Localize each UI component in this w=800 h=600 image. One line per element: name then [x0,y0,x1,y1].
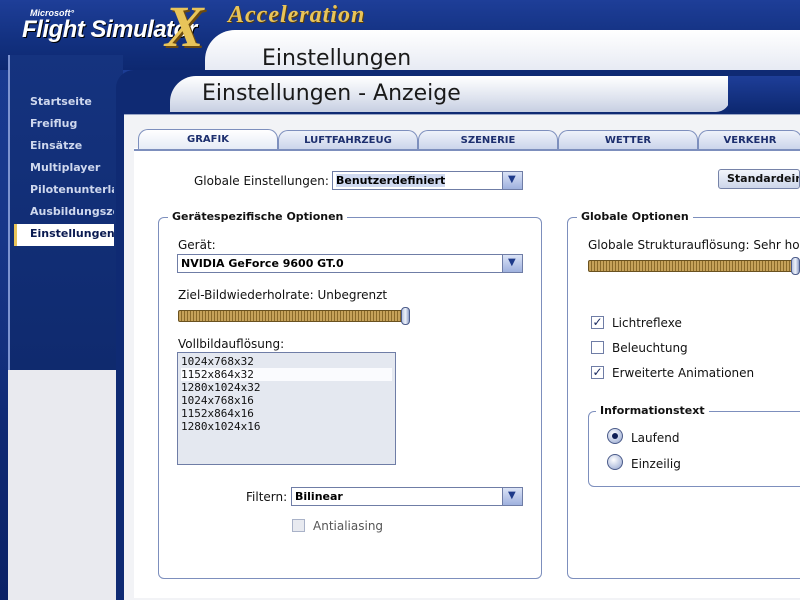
global-settings-select[interactable]: Benutzerdefiniert ▼ [332,171,523,190]
global-settings-label: Globale Einstellungen: [194,174,329,188]
sidebar-item-freiflug[interactable]: Freiflug [14,114,114,136]
title-bar-end [728,76,800,112]
list-item[interactable]: 1152x864x32 [181,368,392,381]
lens-flare-label: Lichtreflexe [612,316,682,330]
list-item[interactable]: 1024x768x32 [181,355,392,368]
list-item[interactable]: 1152x864x16 [181,407,392,420]
filter-select[interactable]: Bilinear ▼ [291,487,523,506]
section-title: Einstellungen [262,46,412,71]
device-select[interactable]: NVIDIA GeForce 9600 GT.0 ▼ [177,254,523,273]
tab-divider [134,149,800,151]
scrolling-label: Laufend [631,431,680,445]
tab-luftfahrzeug[interactable]: LUFTFAHRZEUG [278,130,418,150]
list-item[interactable]: 1280x1024x16 [181,420,392,433]
sidebar-bottom [8,370,123,600]
device-label: Gerät: [178,238,216,252]
tab-szenerie[interactable]: SZENERIE [418,130,558,150]
chevron-down-icon[interactable]: ▼ [502,172,522,189]
antialiasing-label: Antialiasing [313,519,384,533]
brand-acceleration: Acceleration [228,2,366,28]
chevron-down-icon[interactable]: ▼ [502,488,522,505]
device-options-title: Gerätespezifische Optionen [168,210,348,223]
list-item[interactable]: 1024x768x16 [181,394,392,407]
texture-resolution-slider[interactable] [588,260,800,272]
scrolling-radio[interactable] [607,428,623,444]
sidebar-item-startseite[interactable]: Startseite [14,92,114,114]
texture-resolution-slider-handle[interactable] [791,257,800,275]
lens-flare-checkbox[interactable]: ✓ [591,316,604,329]
filter-label: Filtern: [246,490,288,504]
default-settings-button[interactable]: Standardeinst [718,169,800,189]
sidebar-nav: Startseite Freiflug Einsätze Multiplayer… [14,92,114,246]
info-text-group [588,411,800,487]
antialiasing-checkbox[interactable] [292,519,305,532]
refresh-rate-slider[interactable] [178,310,408,322]
global-options-title: Globale Optionen [577,210,693,223]
device-value: NVIDIA GeForce 9600 GT.0 [181,257,344,270]
sidebar-item-ausbildungszentrum[interactable]: Ausbildungsze [14,202,114,224]
refresh-rate-slider-handle[interactable] [401,307,410,325]
sidebar-item-pilotenunterlagen[interactable]: Pilotenunterlag [14,180,114,202]
sidebar-item-einsaetze[interactable]: Einsätze [14,136,114,158]
advanced-animations-label: Erweiterte Animationen [612,366,755,380]
refresh-rate-label: Ziel-Bildwiederholrate: Unbegrenzt [178,288,388,302]
sidebar-item-multiplayer[interactable]: Multiplayer [14,158,114,180]
global-settings-value: Benutzerdefiniert [336,174,446,187]
advanced-animations-checkbox[interactable]: ✓ [591,366,604,379]
single-line-label: Einzeilig [631,457,681,471]
sidebar-item-einstellungen[interactable]: Einstellungen [14,224,114,246]
check-icon: ✓ [592,365,603,379]
page-title: Einstellungen - Anzeige [202,81,461,106]
resolution-label: Vollbildauflösung: [178,337,285,351]
resolution-list[interactable]: 1024x768x32 1152x864x32 1280x1024x32 102… [177,352,396,465]
brand-x-logo: X [165,0,204,59]
single-line-radio[interactable] [607,454,623,470]
info-text-title: Informationstext [596,404,709,417]
lighting-label: Beleuchtung [612,341,688,355]
tab-wetter[interactable]: WETTER [558,130,698,150]
lighting-checkbox[interactable] [591,341,604,354]
tab-verkehr[interactable]: VERKEHR [698,130,800,150]
filter-value: Bilinear [295,490,343,503]
check-icon: ✓ [592,315,603,329]
list-item[interactable]: 1280x1024x32 [181,381,392,394]
tab-grafik[interactable]: GRAFIK [138,129,278,151]
chevron-down-icon[interactable]: ▼ [502,255,522,272]
radio-dot-icon [612,433,618,439]
texture-resolution-label: Globale Strukturauflösung: Sehr hoch [588,238,800,252]
